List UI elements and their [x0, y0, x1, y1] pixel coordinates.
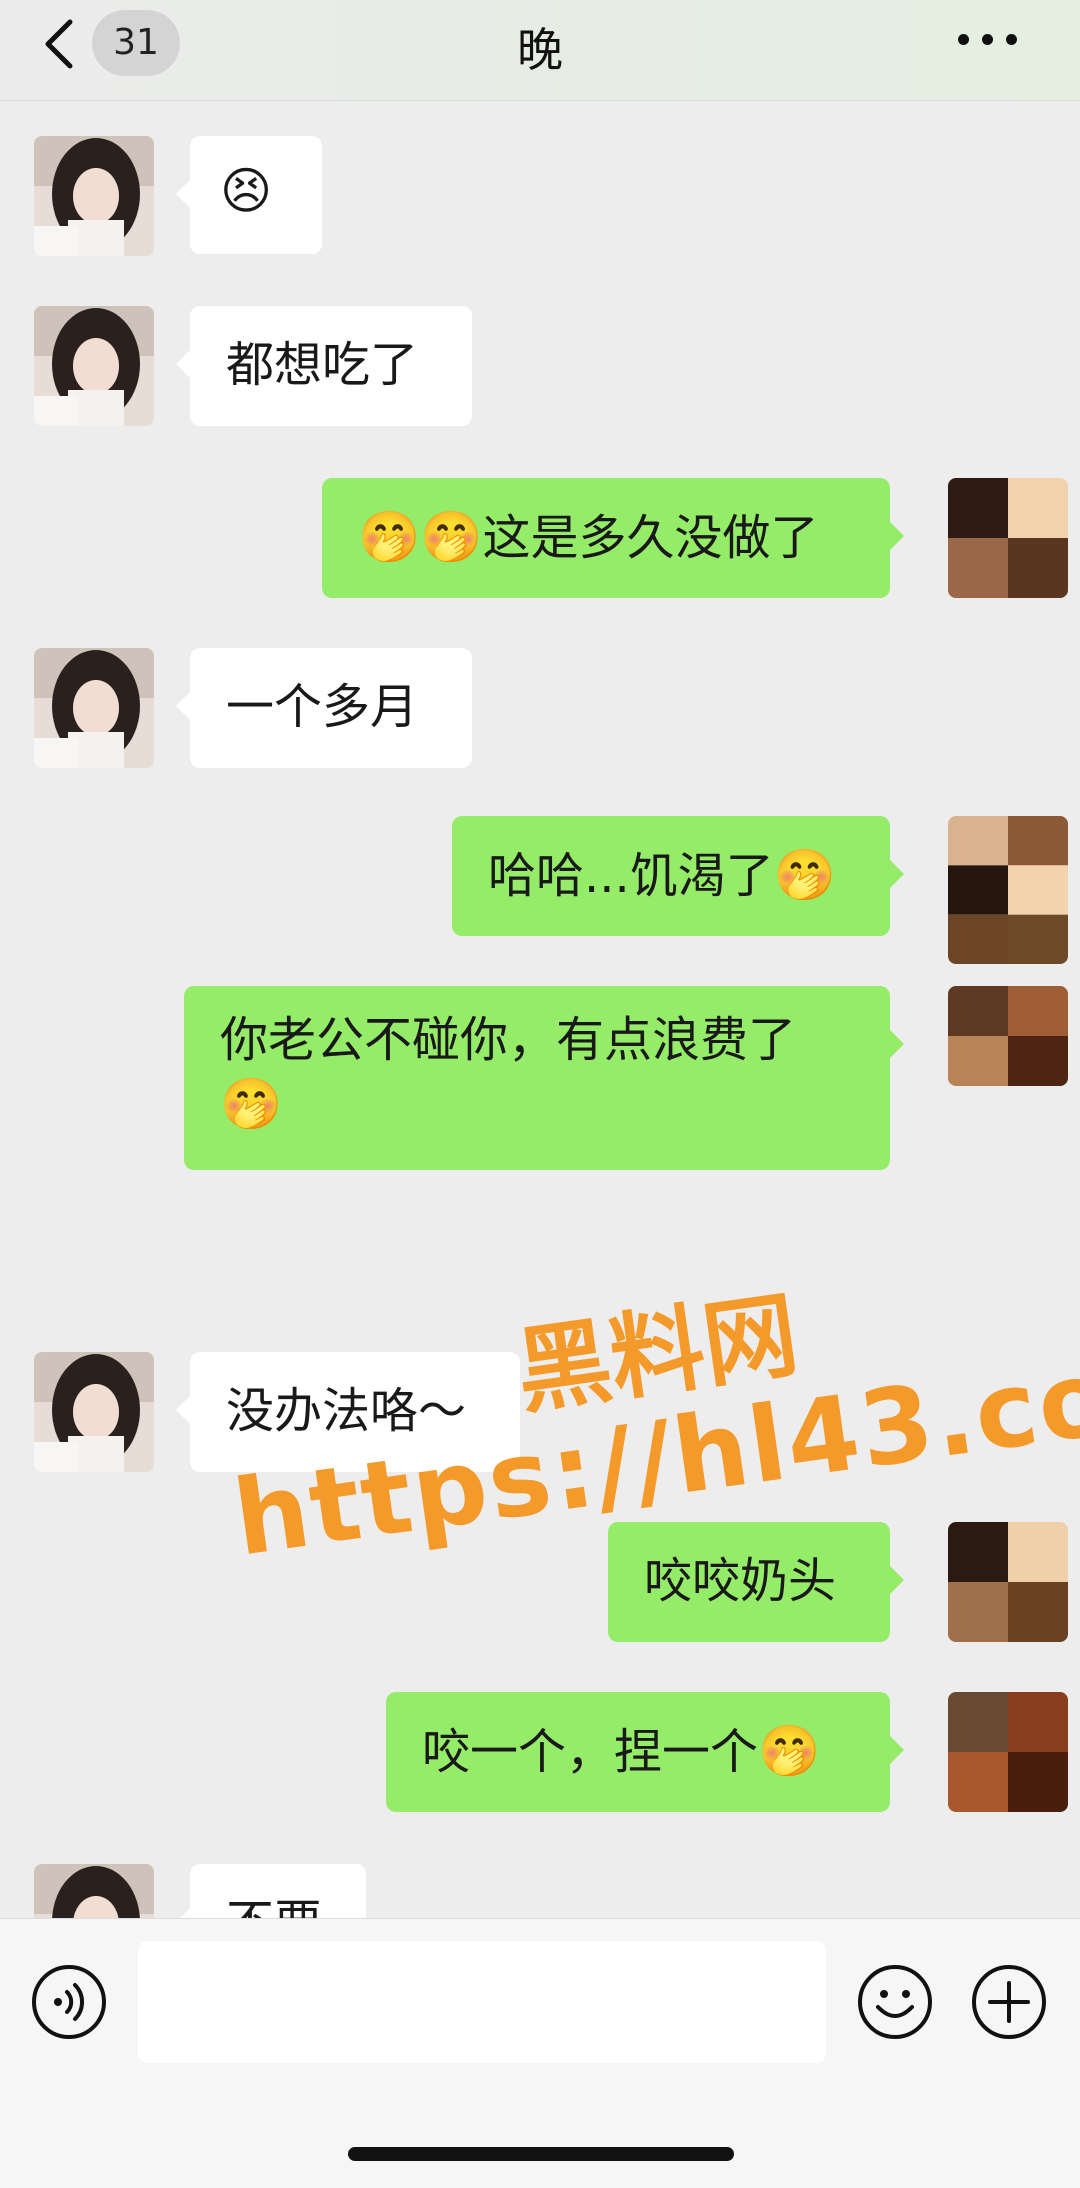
more-button[interactable]	[958, 18, 1038, 58]
message-text: 没办法咯～	[226, 1383, 467, 1439]
message-text: 都想吃了	[226, 337, 419, 393]
emoji: 🤭	[358, 508, 421, 566]
message-list[interactable]: 😣 都想吃了 🤭🤭这是多久没做了 一个多月 哈哈...饥渴了🤭 你老公不碰你，有…	[0, 100, 1080, 1918]
message-text: 这是多久没做了	[482, 510, 819, 566]
message-bubble[interactable]: 🤭🤭这是多久没做了	[322, 478, 904, 598]
contact-avatar[interactable]	[34, 1864, 154, 1918]
emoji: 🤭	[773, 846, 837, 904]
message-bubble[interactable]: 你老公不碰你，有点浪费了 🤭	[184, 986, 904, 1170]
message-bubble[interactable]: 哈哈...饥渴了🤭	[452, 816, 904, 936]
emoji-icon	[858, 1965, 932, 2039]
chat-header: 31 晚	[0, 0, 1080, 101]
user-avatar[interactable]	[948, 1692, 1068, 1812]
message-text: 你老公不碰你，有点浪费了	[220, 1012, 797, 1068]
message-bubble[interactable]: 咬咬奶头	[608, 1522, 904, 1642]
emoji: 🤭	[420, 508, 483, 566]
plus-icon	[972, 1965, 1046, 2039]
emoji: 😣	[220, 162, 273, 220]
message-bubble[interactable]: 都想吃了	[176, 306, 472, 426]
user-avatar[interactable]	[948, 986, 1068, 1086]
message-text: 咬一个，捏一个	[422, 1724, 759, 1780]
emoji-button[interactable]	[856, 1963, 934, 2041]
voice-button[interactable]	[30, 1963, 108, 2041]
emoji: 🤭	[220, 1075, 283, 1133]
contact-avatar[interactable]	[34, 306, 154, 426]
input-bar	[0, 1918, 1080, 2188]
message-text: 哈哈...饥渴了	[488, 848, 774, 904]
message-text: 不要	[226, 1895, 322, 1918]
message-bubble[interactable]: 😣	[176, 136, 322, 254]
home-indicator[interactable]	[348, 2147, 734, 2161]
message-text: 咬咬奶头	[644, 1553, 837, 1609]
more-functions-button[interactable]	[970, 1963, 1048, 2041]
chat-title: 晚	[517, 23, 563, 77]
contact-avatar[interactable]	[34, 648, 154, 768]
message-bubble[interactable]: 没办法咯～	[176, 1352, 520, 1472]
message-bubble[interactable]: 一个多月	[176, 648, 472, 768]
message-bubble[interactable]: 咬一个，捏一个🤭	[386, 1692, 904, 1812]
message-bubble[interactable]: 不要	[176, 1864, 366, 1918]
emoji: 🤭	[758, 1722, 821, 1780]
user-avatar[interactable]	[948, 478, 1068, 598]
user-avatar[interactable]	[948, 1522, 1068, 1642]
user-avatar[interactable]	[948, 816, 1068, 964]
contact-avatar[interactable]	[34, 1352, 154, 1472]
message-input[interactable]	[138, 1941, 826, 2063]
contact-avatar[interactable]	[34, 136, 154, 256]
message-text: 一个多月	[226, 679, 419, 735]
voice-icon	[32, 1965, 106, 2039]
